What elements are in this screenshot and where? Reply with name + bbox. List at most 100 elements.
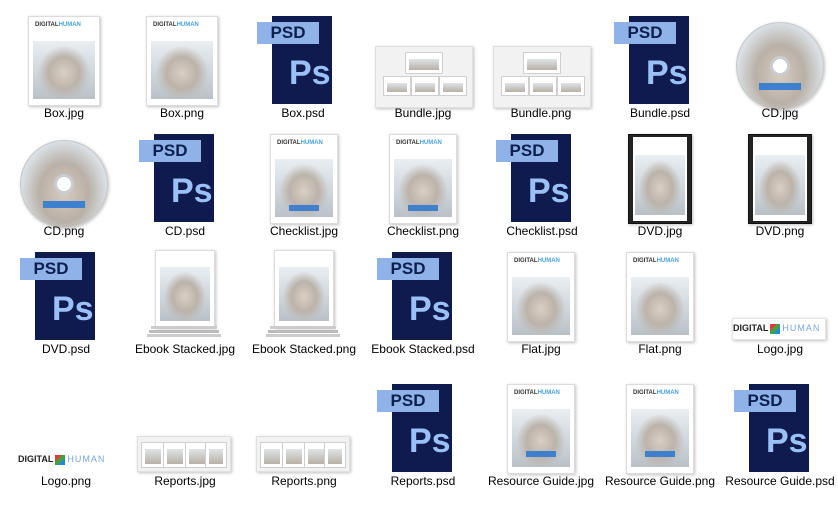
file-item-cd-jpg[interactable]: CD.jpg (724, 12, 836, 132)
file-name: DVD.psd (41, 342, 91, 356)
bundle-thumbnail (367, 12, 479, 108)
reports-thumbnail (129, 380, 241, 472)
file-name: Box.jpg (43, 106, 85, 120)
file-name: CD.png (43, 224, 85, 238)
file-name: Bundle.jpg (394, 106, 452, 120)
file-name: DVD.png (755, 224, 805, 238)
psd-tag-text: PSD (496, 140, 558, 162)
file-item-cd-png[interactable]: CD.png (8, 130, 120, 250)
photoshop-file-icon: PSD Ps (129, 130, 241, 222)
ps-glyph: Ps (766, 422, 808, 460)
file-item-reports-jpg[interactable]: Reports.jpg (129, 380, 241, 500)
thumb-brand: DIGITALHUMAN (633, 258, 679, 264)
file-name: Resource Guide.png (604, 474, 716, 488)
thumb-brand: DIGITALHUMAN (514, 390, 560, 396)
cd-thumbnail (724, 12, 836, 110)
ebook-stack-thumbnail (129, 248, 241, 340)
photoshop-file-icon: PSD Ps (367, 248, 479, 340)
file-name: Reports.psd (390, 474, 456, 488)
file-name: CD.psd (164, 224, 205, 238)
file-name: Checklist.jpg (269, 224, 339, 238)
file-name: Ebook Stacked.png (251, 342, 357, 356)
file-item-ebook-stacked-jpg[interactable]: Ebook Stacked.jpg (129, 248, 241, 368)
ps-glyph: Ps (646, 54, 688, 92)
dvd-thumbnail (748, 134, 812, 224)
photoshop-file-icon: PSD Ps (247, 12, 359, 104)
file-item-box-psd[interactable]: PSD Ps Box.psd (247, 12, 359, 132)
file-item-reports-png[interactable]: Reports.png (248, 380, 360, 500)
thumb-brand: DIGITALHUMAN (277, 140, 323, 146)
file-item-cd-psd[interactable]: PSD Ps CD.psd (129, 130, 241, 250)
file-name: Resource Guide.jpg (487, 474, 595, 488)
photoshop-file-icon: PSD Ps (10, 248, 122, 340)
flat-thumbnail: DIGITALHUMAN (507, 252, 575, 342)
logo-thumbnail: DIGITAL HUMAN (732, 318, 826, 340)
thumb-brand: DIGITALHUMAN (35, 22, 81, 28)
flat-thumbnail: DIGITALHUMAN (626, 252, 694, 342)
file-name: Bundle.psd (629, 106, 691, 120)
psd-tag-text: PSD (20, 258, 82, 280)
ebook-stack-thumbnail (248, 248, 360, 340)
ps-glyph: Ps (409, 422, 451, 460)
file-name: Reports.jpg (154, 474, 216, 488)
thumb-brand: DIGITALHUMAN (633, 390, 679, 396)
ps-glyph: Ps (528, 172, 570, 210)
bundle-thumbnail (485, 12, 597, 108)
dvd-thumbnail (628, 134, 692, 224)
file-item-checklist-psd[interactable]: PSD Ps Checklist.psd (486, 130, 598, 250)
file-item-dvd-png[interactable]: DVD.png (724, 130, 836, 250)
file-item-resource-guide-psd[interactable]: PSD Ps Resource Guide.psd (724, 380, 836, 500)
file-item-logo-jpg[interactable]: DIGITAL HUMAN Logo.jpg (724, 248, 836, 368)
logo-mark-icon (770, 323, 781, 334)
file-item-ebook-stacked-psd[interactable]: PSD Ps Ebook Stacked.psd (367, 248, 479, 368)
ps-glyph: Ps (171, 172, 213, 210)
file-name: Box.png (159, 106, 205, 120)
file-item-resource-guide-jpg[interactable]: DIGITALHUMAN Resource Guide.jpg (485, 380, 597, 500)
file-item-checklist-png[interactable]: DIGITALHUMAN Checklist.png (367, 130, 479, 250)
file-name: Reports.png (271, 474, 337, 488)
file-name: Box.psd (281, 106, 325, 120)
psd-tag-text: PSD (257, 22, 319, 44)
file-item-bundle-jpg[interactable]: Bundle.jpg (367, 12, 479, 132)
file-item-bundle-png[interactable]: Bundle.png (485, 12, 597, 132)
file-item-resource-guide-png[interactable]: DIGITALHUMAN Resource Guide.png (604, 380, 716, 500)
checklist-thumbnail: DIGITALHUMAN (270, 134, 338, 224)
checklist-thumbnail: DIGITALHUMAN (389, 134, 457, 224)
logo-mark-icon (55, 454, 66, 465)
file-item-flat-png[interactable]: DIGITALHUMAN Flat.png (604, 248, 716, 368)
file-item-flat-jpg[interactable]: DIGITALHUMAN Flat.jpg (485, 248, 597, 368)
psd-tag-text: PSD (139, 140, 201, 162)
psd-tag-text: PSD (614, 22, 676, 44)
photoshop-file-icon: PSD Ps (604, 12, 716, 104)
file-item-box-jpg[interactable]: DIGITALHUMAN Box.jpg (8, 12, 120, 132)
file-name: Bundle.png (510, 106, 572, 120)
photoshop-file-icon: PSD Ps (367, 380, 479, 472)
thumb-brand: DIGITALHUMAN (514, 258, 560, 264)
file-name: Ebook Stacked.psd (371, 342, 475, 356)
thumb-brand: DIGITALHUMAN (396, 140, 442, 146)
file-item-bundle-psd[interactable]: PSD Ps Bundle.psd (604, 12, 716, 132)
file-item-checklist-jpg[interactable]: DIGITALHUMAN Checklist.jpg (248, 130, 360, 250)
file-name: DVD.jpg (637, 224, 683, 238)
logo-thumbnail: DIGITAL HUMAN (18, 450, 110, 470)
resource-guide-thumbnail: DIGITALHUMAN (507, 384, 575, 474)
file-item-dvd-psd[interactable]: PSD Ps DVD.psd (10, 248, 122, 368)
cd-thumbnail (8, 130, 120, 228)
thumb-brand: DIGITALHUMAN (153, 22, 199, 28)
psd-tag-text: PSD (734, 390, 796, 412)
psd-tag-text: PSD (377, 390, 439, 412)
file-name: Resource Guide.psd (725, 474, 835, 488)
ps-glyph: Ps (409, 290, 451, 328)
file-item-dvd-jpg[interactable]: DVD.jpg (604, 130, 716, 250)
photoshop-file-icon: PSD Ps (724, 380, 836, 472)
ps-glyph: Ps (289, 54, 331, 92)
file-item-reports-psd[interactable]: PSD Ps Reports.psd (367, 380, 479, 500)
file-item-logo-png[interactable]: DIGITAL HUMAN Logo.png (10, 380, 122, 500)
ps-glyph: Ps (52, 290, 94, 328)
file-item-ebook-stacked-png[interactable]: Ebook Stacked.png (248, 248, 360, 368)
file-item-box-png[interactable]: DIGITALHUMAN Box.png (126, 12, 238, 132)
psd-tag-text: PSD (377, 258, 439, 280)
file-name: CD.jpg (761, 106, 799, 120)
file-name: Checklist.psd (506, 224, 578, 238)
reports-thumbnail (248, 380, 360, 472)
